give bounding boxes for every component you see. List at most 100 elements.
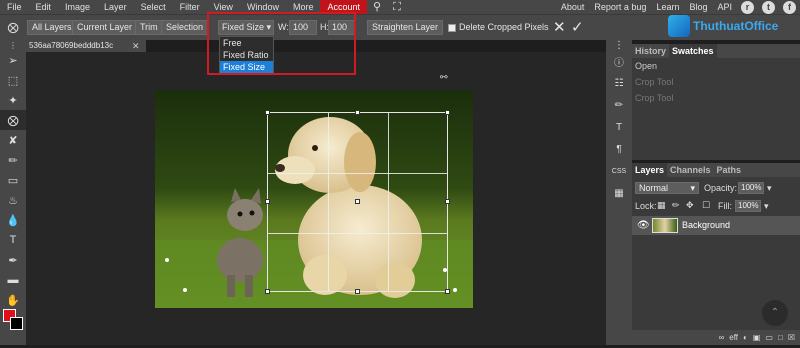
layer-row-background[interactable]: 👁 Background (632, 216, 800, 235)
scroll-up-button[interactable]: ⌃ (762, 300, 788, 326)
move-tool-icon[interactable]: ➢ (0, 50, 26, 70)
all-layers-button[interactable]: All Layers (27, 20, 77, 35)
brush-tool-icon[interactable]: ✏ (0, 150, 26, 170)
dropdown-option-fixed-size[interactable]: Fixed Size (220, 61, 273, 73)
crop-handle-nw[interactable] (265, 110, 270, 115)
adjustment-layer-icon[interactable]: ◐ (743, 333, 748, 342)
document-tab[interactable]: 536aa78069bedddb13c (26, 40, 146, 52)
panel-icon-column: ⋮ ⓘ ☷ ✏ T ¶ CSS ▦ (606, 40, 632, 345)
lock-transparency-icon[interactable]: ▦ (657, 200, 666, 211)
link-api[interactable]: API (712, 0, 737, 14)
fill-input[interactable]: 100% (735, 200, 761, 212)
blur-tool-icon[interactable]: 💧 (0, 210, 26, 230)
blend-mode-select[interactable]: Normal ▾ (635, 182, 699, 194)
width-input[interactable]: 100 (289, 20, 317, 35)
visibility-eye-icon[interactable]: 👁 (637, 220, 650, 231)
link-blog[interactable]: Blog (684, 0, 712, 14)
marquee-tool-icon[interactable]: ⬚ (0, 70, 26, 90)
crop-handle-e[interactable] (445, 199, 450, 204)
menu-select[interactable]: Select (134, 0, 173, 14)
history-row[interactable]: Crop Tool (632, 90, 800, 106)
crop-mode-value: Fixed Size (222, 22, 265, 32)
selection-button[interactable]: Selection (161, 20, 209, 35)
twitter-icon[interactable]: t (762, 0, 775, 14)
collapse-right-icon[interactable]: ⋮ (606, 40, 632, 51)
lock-paint-icon[interactable]: ✏ (672, 200, 680, 211)
adjustments-icon[interactable]: ☷ (606, 72, 632, 94)
history-row[interactable]: Crop Tool (632, 74, 800, 90)
healing-brush-icon[interactable]: ✘ (0, 130, 26, 150)
delete-cropped-checkbox[interactable] (448, 24, 456, 32)
folder-icon[interactable]: ▭ (765, 333, 773, 342)
crop-handle-se[interactable] (445, 289, 450, 294)
character-icon[interactable]: T (606, 116, 632, 138)
history-row[interactable]: Open (632, 58, 800, 74)
reddit-icon[interactable]: r (741, 0, 754, 14)
crop-handle-s[interactable] (355, 289, 360, 294)
image-icon[interactable]: ▦ (606, 182, 632, 204)
link-about[interactable]: About (556, 0, 590, 14)
menu-more[interactable]: More (286, 0, 321, 14)
menu-filter[interactable]: Filter (173, 0, 207, 14)
mask-icon[interactable]: ▣ (753, 333, 761, 342)
crop-handle-w[interactable] (265, 199, 270, 204)
text-tool-icon[interactable]: T (0, 230, 26, 250)
link-layers-icon[interactable]: ∞ (719, 333, 725, 342)
history-tabs: History Swatches (632, 44, 800, 58)
menu-image[interactable]: Image (58, 0, 97, 14)
link-learn[interactable]: Learn (651, 0, 684, 14)
fill-dropdown-icon[interactable]: ▾ (764, 201, 769, 212)
brush-settings-icon[interactable]: ✏ (606, 94, 632, 116)
opacity-dropdown-icon[interactable]: ▾ (767, 183, 772, 194)
menu-layer[interactable]: Layer (97, 0, 134, 14)
lock-move-icon[interactable]: ✥ (686, 200, 694, 211)
trim-button[interactable]: Trim (135, 20, 163, 35)
close-tab-icon[interactable]: ✕ (132, 40, 140, 52)
tab-swatches[interactable]: Swatches (669, 44, 717, 58)
new-layer-icon[interactable]: □ (778, 333, 783, 342)
fullscreen-icon[interactable]: ⛶ (387, 0, 407, 14)
menu-account[interactable]: Account (320, 0, 367, 14)
height-input[interactable]: 100 (328, 20, 356, 35)
crop-grid-line-h1 (268, 173, 447, 174)
opacity-input[interactable]: 100% (738, 182, 764, 194)
tab-channels[interactable]: Channels (667, 163, 714, 177)
tab-paths[interactable]: Paths (714, 163, 745, 177)
delete-layer-icon[interactable]: ☒ (788, 333, 795, 342)
eraser-tool-icon[interactable]: ▭ (0, 170, 26, 190)
delete-cropped-label: Delete Cropped Pixels (459, 22, 549, 32)
shape-tool-icon[interactable]: ▬ (0, 270, 26, 290)
collapse-icon[interactable]: ⋮ (0, 40, 26, 50)
tab-history[interactable]: History (632, 44, 669, 58)
pen-tool-icon[interactable]: ✒ (0, 250, 26, 270)
crop-handle-center[interactable] (355, 199, 360, 204)
facebook-icon[interactable]: f (783, 0, 796, 14)
current-layer-button[interactable]: Current Layer (72, 20, 138, 35)
crop-handle-n[interactable] (355, 110, 360, 115)
menu-edit[interactable]: Edit (29, 0, 59, 14)
menu-view[interactable]: View (207, 0, 240, 14)
effects-label[interactable]: eff (729, 333, 738, 342)
confirm-icon[interactable]: ✓ (571, 18, 584, 36)
magic-wand-icon[interactable]: ✦ (0, 90, 26, 110)
css-icon[interactable]: CSS (606, 160, 632, 182)
menu-file[interactable]: File (0, 0, 29, 14)
info-icon[interactable]: ⓘ (606, 50, 632, 72)
dropdown-option-free[interactable]: Free (220, 37, 273, 49)
cancel-icon[interactable]: ✕ (553, 18, 566, 36)
fill-tool-icon[interactable]: ♨ (0, 190, 26, 210)
crop-mode-select[interactable]: Fixed Size ▾ (218, 20, 274, 35)
link-report-bug[interactable]: Report a bug (589, 0, 651, 14)
lock-all-icon[interactable]: ☐ (702, 200, 710, 211)
paragraph-icon[interactable]: ¶ (606, 138, 632, 160)
crop-tool-button[interactable]: ⨂ (0, 110, 26, 130)
straighten-layer-button[interactable]: Straighten Layer (367, 20, 444, 35)
dropdown-option-fixed-ratio[interactable]: Fixed Ratio (220, 49, 273, 61)
background-color-swatch[interactable] (10, 317, 23, 330)
menu-window[interactable]: Window (240, 0, 286, 14)
tab-layers[interactable]: Layers (632, 163, 668, 177)
crop-handle-sw[interactable] (265, 289, 270, 294)
search-icon[interactable]: ⚲ (367, 0, 387, 14)
hand-tool-icon[interactable]: ✋ (0, 290, 26, 310)
crop-handle-ne[interactable] (445, 110, 450, 115)
